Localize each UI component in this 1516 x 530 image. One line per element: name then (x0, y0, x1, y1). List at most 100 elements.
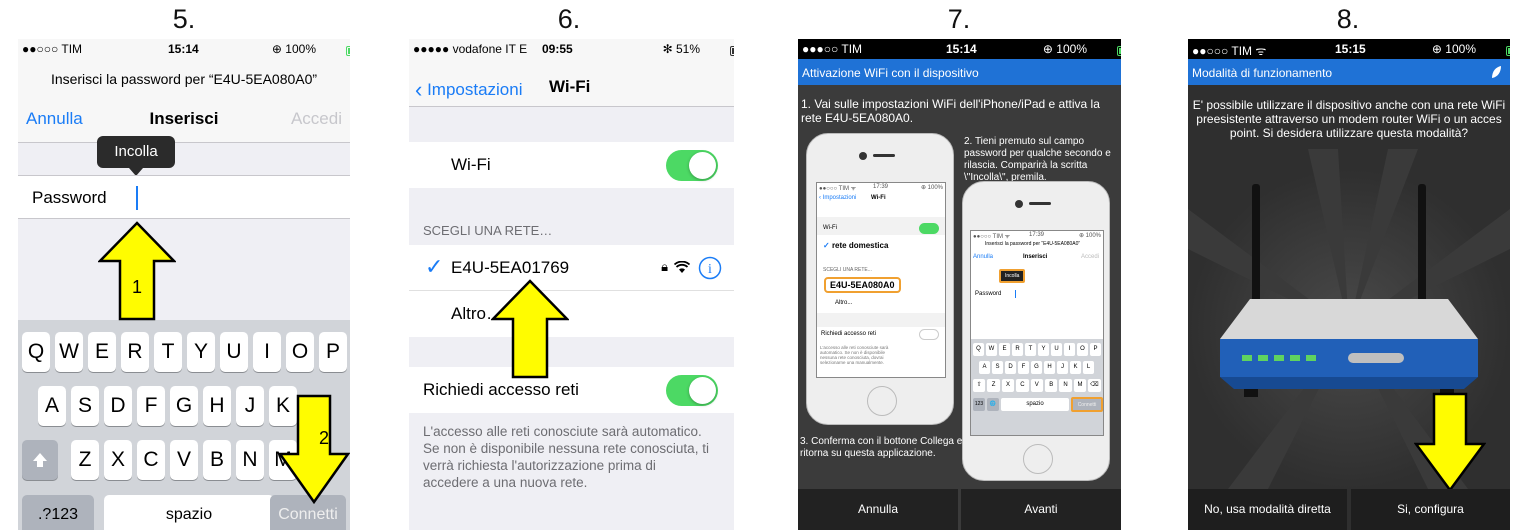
cancel-button[interactable]: Annulla (798, 489, 958, 530)
space-key[interactable]: spazio (104, 495, 274, 530)
key-f[interactable]: F (137, 386, 165, 426)
next-button[interactable]: Avanti (961, 489, 1121, 530)
mini-key: C (1016, 379, 1029, 392)
mini-key: N (1059, 379, 1072, 392)
key-s[interactable]: S (71, 386, 99, 426)
app-title-bar: Modalità di funzionamento (1188, 59, 1510, 85)
key-p[interactable]: P (319, 332, 347, 372)
key-i[interactable]: I (253, 332, 281, 372)
screenshot-activation-instructions: ●●●○○ TIM 15:14 ⊕ 100% Attivazione WiFi … (798, 39, 1121, 530)
status-bar: ●●○○○ TIM ᯤ 15:15 ⊕ 100% (1188, 39, 1510, 59)
mini-key: F (1018, 361, 1029, 374)
key-c[interactable]: C (137, 440, 165, 480)
instruction-step-3: 3. Conferma con il bottone Collega e rit… (800, 436, 963, 459)
step-number-5: 5. (172, 4, 196, 34)
key-y[interactable]: Y (187, 332, 215, 372)
mini-key: U (1051, 343, 1062, 356)
password-field[interactable]: Password (18, 175, 350, 219)
arrow-down-icon: 2 (278, 394, 350, 504)
ask-to-join-label: Richiedi accesso reti (423, 380, 579, 399)
password-label: Password (32, 188, 107, 207)
step-number-6: 6. (557, 4, 581, 34)
mini-key: A (979, 361, 990, 374)
screenshot-wifi-settings: ●●●●● vodafone IT E 09:55 ✻ 51% ‹ Impost… (409, 39, 734, 530)
key-t[interactable]: T (154, 332, 182, 372)
arrow-1-label: 1 (132, 277, 142, 297)
numbers-key[interactable]: .?123 (22, 495, 94, 530)
app-title: Modalità di funzionamento (1192, 66, 1333, 80)
mini-key: ⇧ (973, 379, 986, 392)
mini-key: T (1025, 343, 1036, 356)
mini-key: Z (987, 379, 1000, 392)
configure-button[interactable]: Si, configura (1351, 489, 1510, 530)
mini-screen: ●●○○○ TIM ᯤ 17:39 ⊕ 100% Inserisci la pa… (970, 230, 1104, 436)
key-r[interactable]: R (121, 332, 149, 372)
key-g[interactable]: G (170, 386, 198, 426)
battery-label: ⊕ 100% (1431, 42, 1476, 56)
info-icon[interactable]: i (698, 256, 722, 280)
highlighted-network: E4U-5EA080A0 (824, 277, 901, 293)
network-row[interactable]: ✓ E4U-5EA01769 🔒︎ i (409, 245, 734, 291)
key-v[interactable]: V (170, 440, 198, 480)
carrier-label: ●●●●● vodafone IT E (413, 42, 528, 56)
mini-key: O (1077, 343, 1088, 356)
status-bar: ●●●●● vodafone IT E 09:55 ✻ 51% (409, 39, 734, 59)
ask-to-join-row: Richiedi accesso reti (409, 367, 734, 413)
paste-tooltip[interactable]: Incolla (97, 136, 175, 176)
arrow-down-icon (1414, 392, 1486, 492)
wifi-label: Wi-Fi (451, 155, 491, 174)
mini-key: D (1005, 361, 1016, 374)
key-w[interactable]: W (55, 332, 83, 372)
key-j[interactable]: J (236, 386, 264, 426)
mini-key: J (1057, 361, 1068, 374)
mini-key: R (1012, 343, 1023, 356)
key-q[interactable]: Q (22, 332, 50, 372)
section-header: SCEGLI UNA RETE… (423, 223, 553, 238)
key-a[interactable]: A (38, 386, 66, 426)
wifi-toggle-row: Wi-Fi (409, 142, 734, 188)
status-bar: ●●○○○ TIM 15:14 ⊕ 100% (18, 39, 350, 59)
other-network-row[interactable]: Altro… (409, 291, 734, 337)
app-title-bar: Attivazione WiFi con il dispositivo (798, 59, 1121, 85)
screenshot-password-entry: ●●○○○ TIM 15:14 ⊕ 100% Inserisci la pass… (18, 39, 350, 530)
mini-key: B (1045, 379, 1058, 392)
leaf-icon (1492, 66, 1501, 78)
arrow-up-icon (491, 279, 569, 379)
phone-illustration-settings: ●●○○○ TIM ᯤ 17:39 ⊕ 100% ‹ Impostazioni … (806, 133, 954, 425)
mini-key: Q (973, 343, 984, 356)
step-number-7: 7. (947, 4, 971, 34)
battery-label: ⊕ 100% (1042, 42, 1087, 56)
join-button[interactable]: Accedi (291, 109, 342, 129)
key-z[interactable]: Z (71, 440, 99, 480)
mini-key: M (1073, 379, 1087, 392)
key-d[interactable]: D (104, 386, 132, 426)
key-o[interactable]: O (286, 332, 314, 372)
key-u[interactable]: U (220, 332, 248, 372)
arrow-up-icon: 1 (98, 221, 176, 321)
key-x[interactable]: X (104, 440, 132, 480)
mini-key: L (1083, 361, 1094, 374)
mini-key: Y (1038, 343, 1049, 356)
direct-mode-button[interactable]: No, usa modalità diretta (1188, 489, 1347, 530)
chevron-left-icon: ‹ (415, 77, 423, 102)
shift-key[interactable] (22, 440, 58, 480)
svg-text:i: i (708, 262, 712, 277)
footer-text: L'accesso alle reti conosciute sarà auto… (423, 424, 709, 490)
carrier-label: ●●●○○ TIM (802, 42, 863, 56)
key-b[interactable]: B (203, 440, 231, 480)
text-cursor (136, 186, 138, 210)
clock: 15:14 (946, 42, 977, 56)
lock-icon: 🔒︎ (661, 259, 668, 274)
carrier-label: ●●○○○ TIM ᯤ (1192, 44, 1267, 58)
navigation-bar: ●●●●● vodafone IT E 09:55 ✻ 51% ‹ Impost… (409, 39, 734, 107)
mini-key: G (1031, 361, 1042, 374)
instruction-step-2: 2. Tieni premuto sul campo password per … (964, 136, 1111, 183)
ask-to-join-toggle[interactable] (666, 375, 718, 406)
mini-screen: ●●○○○ TIM ᯤ 17:39 ⊕ 100% ‹ Impostazioni … (816, 182, 946, 378)
key-n[interactable]: N (236, 440, 264, 480)
key-e[interactable]: E (88, 332, 116, 372)
navigation-bar: ●●○○○ TIM 15:14 ⊕ 100% Inserisci la pass… (18, 39, 350, 143)
wifi-toggle[interactable] (666, 150, 718, 181)
key-h[interactable]: H (203, 386, 231, 426)
back-button[interactable]: ‹ Impostazioni (415, 77, 523, 103)
